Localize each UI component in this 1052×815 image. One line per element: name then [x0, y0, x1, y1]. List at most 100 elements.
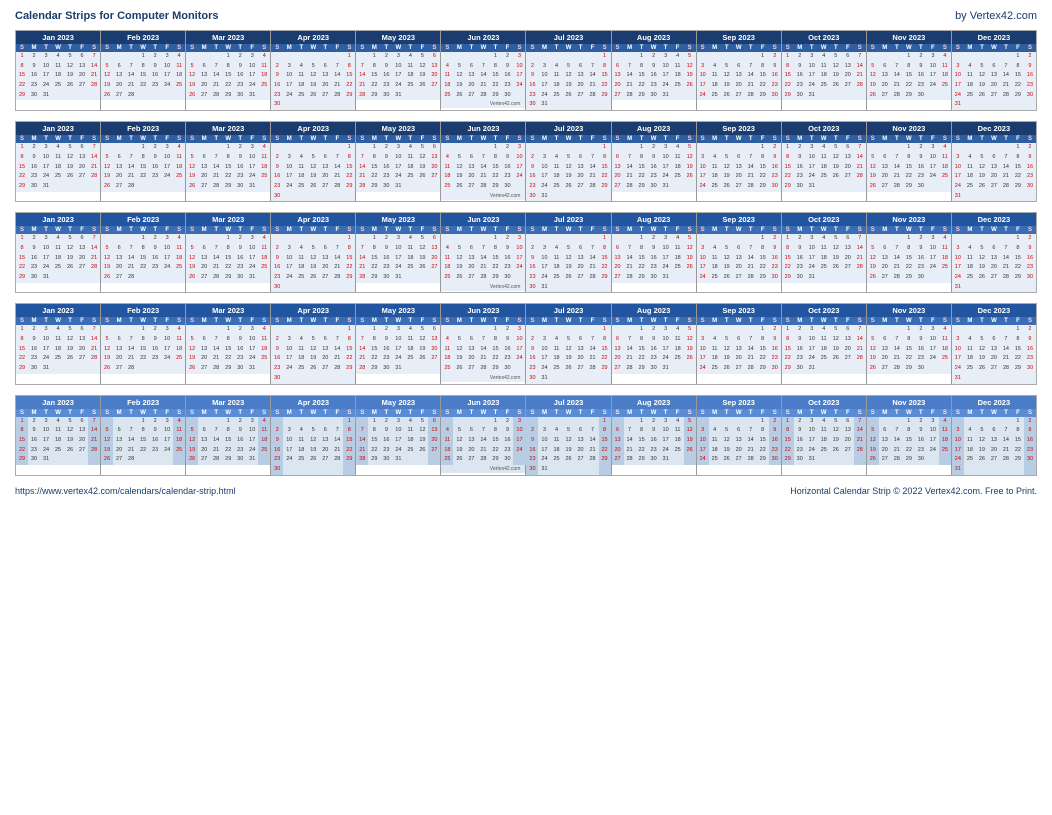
day-cell	[697, 234, 709, 244]
day-cell: 13	[113, 71, 125, 81]
day-cell: 26	[64, 354, 76, 364]
day-cell: 30	[271, 374, 283, 384]
dow-cell: M	[964, 135, 976, 143]
day-cell: 9	[1024, 335, 1036, 345]
day-cell: 25	[939, 172, 951, 182]
day-cell: 28	[210, 364, 222, 374]
day-cell: 18	[939, 436, 951, 446]
day-cell: 27	[113, 273, 125, 283]
dow-cell: S	[88, 226, 100, 234]
day-cell	[563, 100, 575, 110]
day-cell: 15	[16, 345, 28, 355]
day-cell: 1	[368, 234, 380, 244]
day-cell	[818, 455, 830, 465]
day-cell: 4	[52, 325, 64, 335]
day-cell: 17	[392, 254, 404, 264]
day-cell	[709, 143, 721, 153]
day-cell	[587, 143, 599, 153]
day-cell: 15	[1012, 163, 1024, 173]
day-cell: 26	[186, 273, 198, 283]
day-cell: 29	[757, 91, 769, 101]
day-cell: 17	[697, 81, 709, 91]
day-cell: 5	[416, 143, 428, 153]
day-cell: 28	[854, 172, 866, 182]
day-cell	[404, 273, 416, 283]
day-cell: 23	[234, 81, 246, 91]
day-cell: 31	[538, 100, 550, 110]
day-cell: 11	[173, 62, 185, 72]
day-cell: 5	[830, 234, 842, 244]
day-cell: 5	[416, 234, 428, 244]
day-cell: 11	[441, 163, 453, 173]
day-cell: 3	[246, 325, 258, 335]
dow-cell: S	[939, 226, 951, 234]
day-cell: 7	[88, 325, 100, 335]
day-cell	[356, 325, 368, 335]
day-cell: 5	[101, 426, 113, 436]
day-cell: 23	[149, 172, 161, 182]
day-cell: 12	[684, 62, 696, 72]
day-cell	[1024, 283, 1036, 293]
day-cell: 22	[16, 263, 28, 273]
day-cell: 28	[210, 91, 222, 101]
month-block: Feb 2023SMTWTFS 123456789101112131415161…	[101, 213, 186, 292]
day-cell: 28	[331, 91, 343, 101]
dow-cell: W	[392, 226, 404, 234]
day-cell: 12	[453, 163, 465, 173]
day-cell: 29	[489, 273, 501, 283]
day-cell: 25	[173, 172, 185, 182]
day-cell: 9	[149, 62, 161, 72]
dow-cell: T	[40, 317, 52, 325]
day-cell: 10	[40, 426, 52, 436]
day-cell: 25	[818, 446, 830, 456]
day-cell: 18	[173, 71, 185, 81]
day-cell	[952, 234, 964, 244]
day-cell: 18	[441, 172, 453, 182]
day-cell: 17	[161, 345, 173, 355]
day-cell: 11	[672, 62, 684, 72]
day-cell: 26	[684, 354, 696, 364]
dow-cell: W	[648, 226, 660, 234]
day-cell	[976, 100, 988, 110]
day-cell: 3	[952, 153, 964, 163]
day-cell: 5	[307, 62, 319, 72]
day-cell: 14	[88, 62, 100, 72]
day-cell	[137, 455, 149, 465]
day-cell: 18	[672, 436, 684, 446]
day-cell: 17	[513, 345, 525, 355]
dow-cell: S	[684, 409, 696, 417]
month-block: Oct 2023SMTWTFS1234567891011121314151617…	[782, 396, 867, 475]
day-cell: 21	[624, 263, 636, 273]
day-cell: 15	[903, 163, 915, 173]
month-block: Oct 2023SMTWTFS1234567891011121314151617…	[782, 213, 867, 292]
day-cell: 24	[806, 446, 818, 456]
day-cell: 9	[380, 153, 392, 163]
day-cell: 27	[76, 446, 88, 456]
day-cell: 14	[477, 254, 489, 264]
day-cell: 20	[612, 81, 624, 91]
day-cell: 4	[173, 143, 185, 153]
day-cell: 25	[52, 354, 64, 364]
day-cell: 9	[234, 62, 246, 72]
dow-cell: F	[927, 409, 939, 417]
day-cell: 6	[733, 335, 745, 345]
day-cell: 23	[271, 182, 283, 192]
month-header: Nov 2023	[867, 31, 951, 44]
dow-cell: S	[101, 226, 113, 234]
day-cell: 31	[952, 465, 964, 475]
day-cell	[551, 374, 563, 384]
day-cell: 17	[283, 81, 295, 91]
day-cell: 17	[538, 81, 550, 91]
day-cell: 16	[915, 345, 927, 355]
month-block: Apr 2023SMTWTFS 123456789101112131415161…	[271, 122, 356, 201]
day-cell: 5	[867, 244, 879, 254]
dow-cell: M	[709, 226, 721, 234]
day-cell: 22	[1012, 81, 1024, 91]
day-cell: 31	[952, 283, 964, 293]
day-cell: 10	[927, 244, 939, 254]
day-cell	[125, 325, 137, 335]
day-cell: 5	[186, 244, 198, 254]
day-cell: 9	[1024, 62, 1036, 72]
day-cell: 5	[721, 153, 733, 163]
day-cell: 7	[624, 62, 636, 72]
